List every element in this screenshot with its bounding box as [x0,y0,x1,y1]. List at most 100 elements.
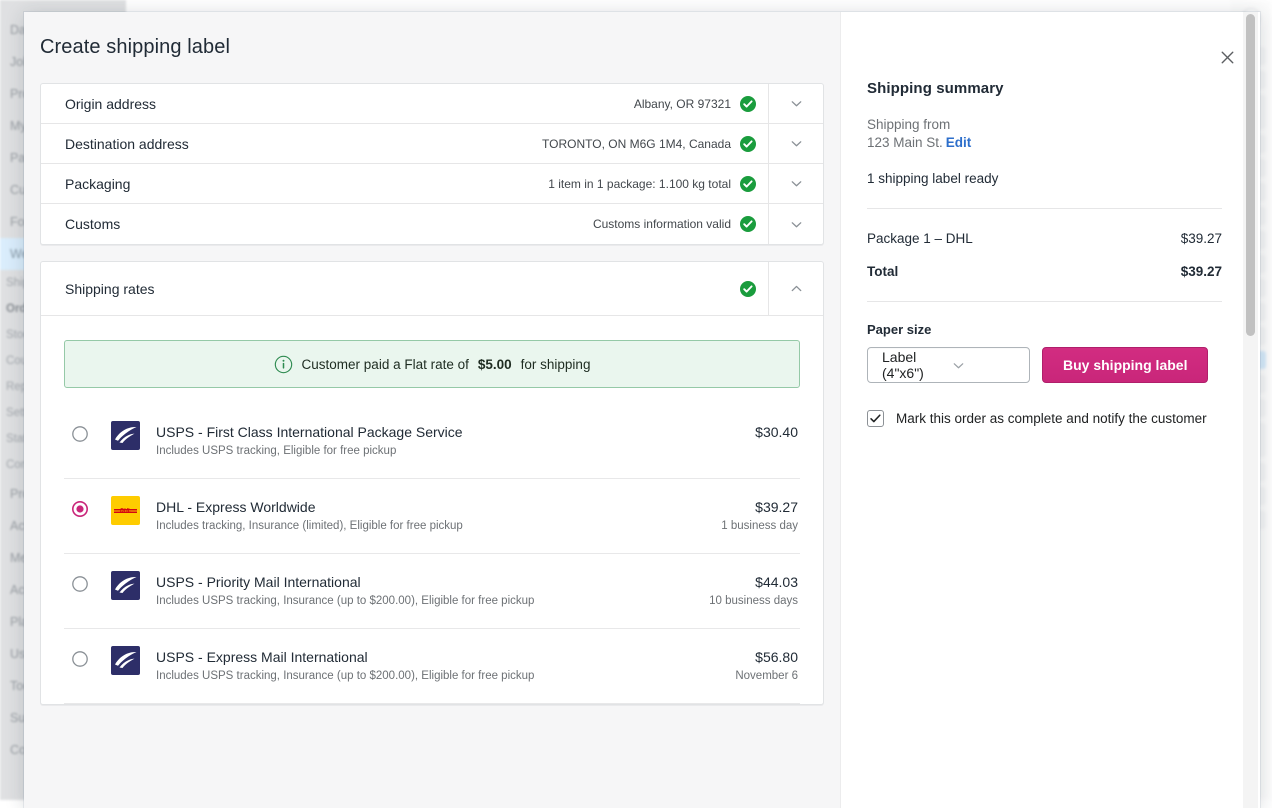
summary-divider-2 [867,301,1222,302]
edit-address-link[interactable]: Edit [946,135,972,150]
create-shipping-label-modal: Create shipping label Origin addressAlba… [24,12,1260,808]
buy-row: Label (4"x6") Buy shipping label [867,347,1222,383]
valid-check-icon [740,176,756,192]
rate-price-block: $44.03 10 business days [709,574,800,608]
shipping-rates-header[interactable]: Shipping rates [41,262,823,316]
chevron-up-icon[interactable] [768,262,823,315]
accordion-row[interactable]: Packaging1 item in 1 package: 1.100 kg t… [41,164,823,204]
shipping-rates-card: Shipping rates Customer paid a Flat rate… [40,261,824,705]
paper-size-label: Paper size [867,322,1222,337]
chevron-down-icon[interactable] [768,164,823,203]
valid-check-icon [740,216,756,232]
rate-name: DHL - Express Worldwide [156,499,721,516]
shipping-rate-list: USPS - First Class International Package… [64,406,800,704]
rate-radio-button[interactable] [72,501,88,517]
package-cost-label: Package 1 – DHL [867,231,973,246]
accordion-row-label: Packaging [65,176,548,192]
mark-complete-label: Mark this order as complete and notify t… [896,411,1207,426]
valid-check-icon [740,96,756,112]
modal-right-column: Shipping summary Shipping from 123 Main … [840,12,1260,808]
rate-radio-button[interactable] [72,576,88,592]
shipping-rate-option[interactable]: USPS - Express Mail International Include… [64,629,800,704]
mark-complete-row: Mark this order as complete and notify t… [867,410,1222,427]
package-cost-row: Package 1 – DHL $39.27 [867,231,1222,246]
accordion-row-value: TORONTO, ON M6G 1M4, Canada [542,137,731,151]
chevron-down-icon[interactable] [768,84,823,123]
shipping-from-block: Shipping from 123 Main St.Edit [867,116,1222,152]
shipping-rate-option[interactable]: USPS - First Class International Package… [64,406,800,479]
accordion-row-value: Customs information valid [593,217,731,231]
shipping-rates-label: Shipping rates [65,281,740,297]
usps-logo-icon [111,646,140,675]
modal-left-column: Create shipping label Origin addressAlba… [24,12,840,808]
rate-radio-button[interactable] [72,426,88,442]
rate-details: Includes tracking, Insurance (limited), … [156,519,721,533]
modal-scrollbar-thumb[interactable] [1246,14,1255,336]
rate-price: $39.27 [721,499,798,516]
paper-size-value: Label (4"x6") [882,349,951,381]
rate-eta: 1 business day [721,519,798,533]
shipping-from-address: 123 Main St. [867,135,943,150]
shipping-rates-body: Customer paid a Flat rate of $5.00 for s… [41,316,823,704]
accordion-row-label: Customs [65,216,593,232]
labels-ready-text: 1 shipping label ready [867,171,1222,186]
rate-name: USPS - Express Mail International [156,649,735,666]
total-cost-label: Total [867,264,898,279]
mark-complete-checkbox[interactable] [867,410,884,427]
banner-text-before: Customer paid a Flat rate of [302,357,469,372]
summary-heading: Shipping summary [867,80,1222,97]
shipping-summary-panel: Shipping summary Shipping from 123 Main … [841,12,1260,427]
accordion-row[interactable]: Destination addressTORONTO, ON M6G 1M4, … [41,124,823,164]
rate-price-block: $39.27 1 business day [721,499,800,533]
accordion-row[interactable]: CustomsCustoms information valid [41,204,823,244]
accordion-row[interactable]: Origin addressAlbany, OR 97321 [41,84,823,124]
dhl-logo-icon: DHL [111,496,140,525]
close-icon[interactable] [1214,44,1240,70]
summary-divider [867,208,1222,209]
rate-text-block: DHL - Express Worldwide Includes tracking… [140,499,721,533]
package-cost-value: $39.27 [1181,231,1222,246]
usps-logo-icon [111,571,140,600]
rate-price: $44.03 [709,574,798,591]
rate-name: USPS - First Class International Package… [156,424,755,441]
accordion-row-label: Destination address [65,136,542,152]
rate-price-block: $56.80 November 6 [735,649,800,683]
shipping-rate-option[interactable]: DHL DHL - Express Worldwide Includes track… [64,479,800,554]
rate-text-block: USPS - Express Mail International Include… [140,649,735,683]
rate-radio-button[interactable] [72,651,88,667]
svg-text:DHL: DHL [120,508,131,514]
banner-text-after: for shipping [521,357,591,372]
rate-details: Includes USPS tracking, Insurance (up to… [156,594,709,608]
chevron-down-icon[interactable] [768,124,823,163]
accordion-wrapper: Origin addressAlbany, OR 97321Destinatio… [24,59,840,705]
rate-name: USPS - Priority Mail International [156,574,709,591]
accordion-row-value: 1 item in 1 package: 1.100 kg total [548,177,731,191]
paper-size-select[interactable]: Label (4"x6") [867,347,1030,383]
buy-shipping-label-button[interactable]: Buy shipping label [1042,347,1208,383]
rate-details: Includes USPS tracking, Insurance (up to… [156,669,735,683]
shipment-details-card: Origin addressAlbany, OR 97321Destinatio… [40,83,824,245]
shipping-rate-option[interactable]: USPS - Priority Mail International Includ… [64,554,800,629]
rate-text-block: USPS - First Class International Package… [140,424,755,458]
flat-rate-banner: Customer paid a Flat rate of $5.00 for s… [64,340,800,388]
buy-button-label: Buy shipping label [1063,357,1187,373]
rate-text-block: USPS - Priority Mail International Includ… [140,574,709,608]
accordion-row-label: Origin address [65,96,634,112]
valid-check-icon [740,281,756,297]
rate-eta: 10 business days [709,594,798,608]
rate-price: $30.40 [755,424,798,441]
chevron-down-icon [951,358,1020,373]
rate-price: $56.80 [735,649,798,666]
modal-scrollbar[interactable] [1243,12,1258,808]
valid-check-icon [740,136,756,152]
chevron-down-icon[interactable] [768,204,823,244]
total-cost-value: $39.27 [1181,264,1222,279]
rate-price-block: $30.40 [755,424,800,444]
total-cost-row: Total $39.27 [867,264,1222,279]
accordion-row-value: Albany, OR 97321 [634,97,731,111]
banner-amount: $5.00 [478,357,512,372]
usps-logo-icon [111,421,140,450]
info-circle-icon [274,355,293,374]
rate-eta: November 6 [735,669,798,683]
page-title: Create shipping label [24,12,840,59]
